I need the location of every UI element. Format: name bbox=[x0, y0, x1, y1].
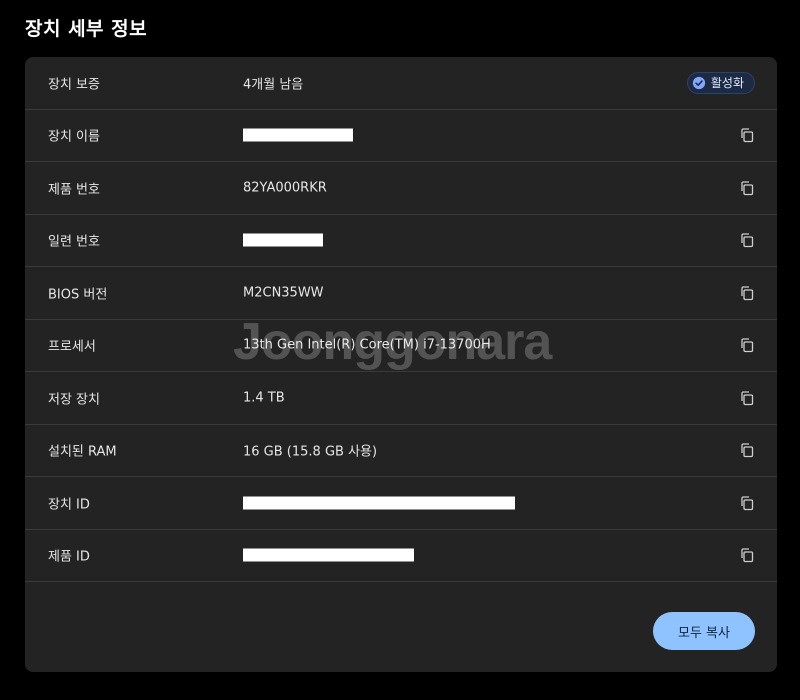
status-badge-label: 활성화 bbox=[710, 76, 744, 91]
row-label: 설치된 RAM bbox=[48, 444, 117, 460]
row-label: 제품 번호 bbox=[48, 182, 100, 198]
row-device-warranty: 장치 보증 4개월 남음 활성화 bbox=[25, 57, 777, 110]
row-value: 82YA000RKR bbox=[243, 180, 327, 196]
row-product-number: 제품 번호 82YA000RKR bbox=[25, 162, 777, 215]
copy-icon[interactable] bbox=[739, 127, 755, 143]
copy-icon[interactable] bbox=[739, 180, 755, 196]
device-details-page: 장치 세부 정보 장치 보증 4개월 남음 활성화 장치 이름 제품 번호 82… bbox=[0, 0, 800, 700]
row-label: 장치 이름 bbox=[48, 129, 100, 145]
copy-icon[interactable] bbox=[739, 547, 755, 563]
copy-icon[interactable] bbox=[739, 495, 755, 511]
redacted-value bbox=[243, 496, 515, 510]
row-value: 1.4 TB bbox=[243, 390, 285, 406]
row-device-id: 장치 ID bbox=[25, 477, 777, 530]
row-value: 4개월 남음 bbox=[243, 77, 304, 93]
row-storage: 저장 장치 1.4 TB bbox=[25, 372, 777, 425]
details-list: 장치 보증 4개월 남음 활성화 장치 이름 제품 번호 82YA000RKR … bbox=[25, 57, 777, 582]
device-details-panel: 장치 보증 4개월 남음 활성화 장치 이름 제품 번호 82YA000RKR … bbox=[25, 57, 777, 672]
row-label: 제품 ID bbox=[48, 549, 90, 565]
check-circle-icon bbox=[692, 76, 705, 89]
row-label: BIOS 버전 bbox=[48, 287, 108, 303]
row-value: M2CN35WW bbox=[243, 285, 324, 301]
row-value: 16 GB (15.8 GB 사용) bbox=[243, 444, 378, 460]
row-processor: 프로세서 13th Gen Intel(R) Core(TM) i7-13700… bbox=[25, 320, 777, 372]
page-title: 장치 세부 정보 bbox=[25, 18, 148, 40]
redacted-value bbox=[243, 128, 353, 142]
copy-icon[interactable] bbox=[739, 337, 755, 353]
redacted-value bbox=[243, 233, 323, 247]
row-device-name: 장치 이름 bbox=[25, 110, 777, 162]
redacted-value bbox=[243, 548, 414, 562]
row-product-id: 제품 ID bbox=[25, 530, 777, 582]
status-badge: 활성화 bbox=[686, 71, 755, 94]
copy-icon[interactable] bbox=[739, 285, 755, 301]
copy-icon[interactable] bbox=[739, 390, 755, 406]
row-value: 13th Gen Intel(R) Core(TM) i7-13700H bbox=[243, 337, 491, 353]
row-serial-number: 일련 번호 bbox=[25, 215, 777, 267]
row-label: 저장 장치 bbox=[48, 392, 100, 408]
row-label: 장치 ID bbox=[48, 497, 90, 513]
row-installed-ram: 설치된 RAM 16 GB (15.8 GB 사용) bbox=[25, 425, 777, 477]
copy-all-button[interactable]: 모두 복사 bbox=[653, 612, 755, 650]
row-label: 장치 보증 bbox=[48, 77, 100, 93]
copy-icon[interactable] bbox=[739, 232, 755, 248]
row-bios-version: BIOS 버전 M2CN35WW bbox=[25, 267, 777, 320]
row-label: 일련 번호 bbox=[48, 234, 100, 250]
row-label: 프로세서 bbox=[48, 339, 96, 355]
copy-icon[interactable] bbox=[739, 442, 755, 458]
